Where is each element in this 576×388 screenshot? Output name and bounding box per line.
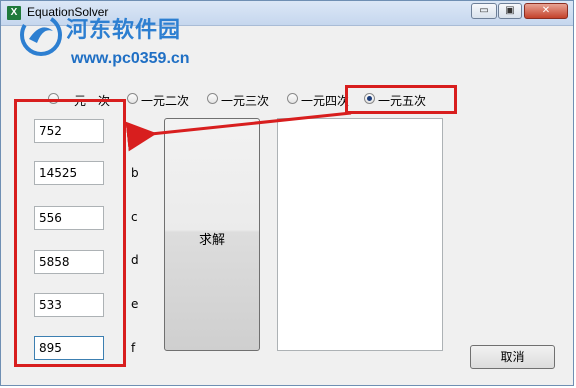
watermark-name: 河东软件园 [66,18,182,43]
watermark-logo-icon [20,14,62,56]
radio-circle-icon[interactable] [127,93,138,104]
solve-button-label: 求解 [198,233,225,248]
cancel-button[interactable]: 取消 [470,345,555,369]
coefficient-d-label: d [131,253,139,267]
maximize-button[interactable]: ▣ [498,3,522,19]
coefficient-d-input[interactable]: 5858 [34,250,104,274]
coefficient-c-input[interactable]: 556 [34,206,104,230]
radio-circle-icon[interactable] [207,93,218,104]
highlight-box-radio [345,85,457,114]
solve-button[interactable]: 求解 [164,118,260,351]
radio-label: 一元四次 [301,94,350,108]
coefficient-f-input[interactable]: 895 [34,336,104,360]
watermark-url: www.pc0359.cn [71,50,190,67]
radio-label: 一元二次 [141,94,190,108]
coefficient-e-label: e [131,297,139,311]
coefficient-a-label: a [131,122,139,136]
equation-solver-window: X EquationSolver ▭ ▣ ✕ 河东软件园 www.pc0359.… [0,0,574,386]
coefficient-c-label: c [131,210,138,224]
result-textarea[interactable] [277,118,443,351]
coefficient-b-label: b [131,166,139,180]
coefficient-a-input[interactable]: 752 [34,119,104,143]
minimize-button[interactable]: ▭ [471,3,497,19]
radio-circle-icon[interactable] [287,93,298,104]
coefficient-b-input[interactable]: 14525 [34,161,104,185]
close-button[interactable]: ✕ [524,3,568,19]
radio-label: 一元三次 [221,94,270,108]
coefficient-e-input[interactable]: 533 [34,293,104,317]
coefficient-f-label: f [131,341,136,355]
